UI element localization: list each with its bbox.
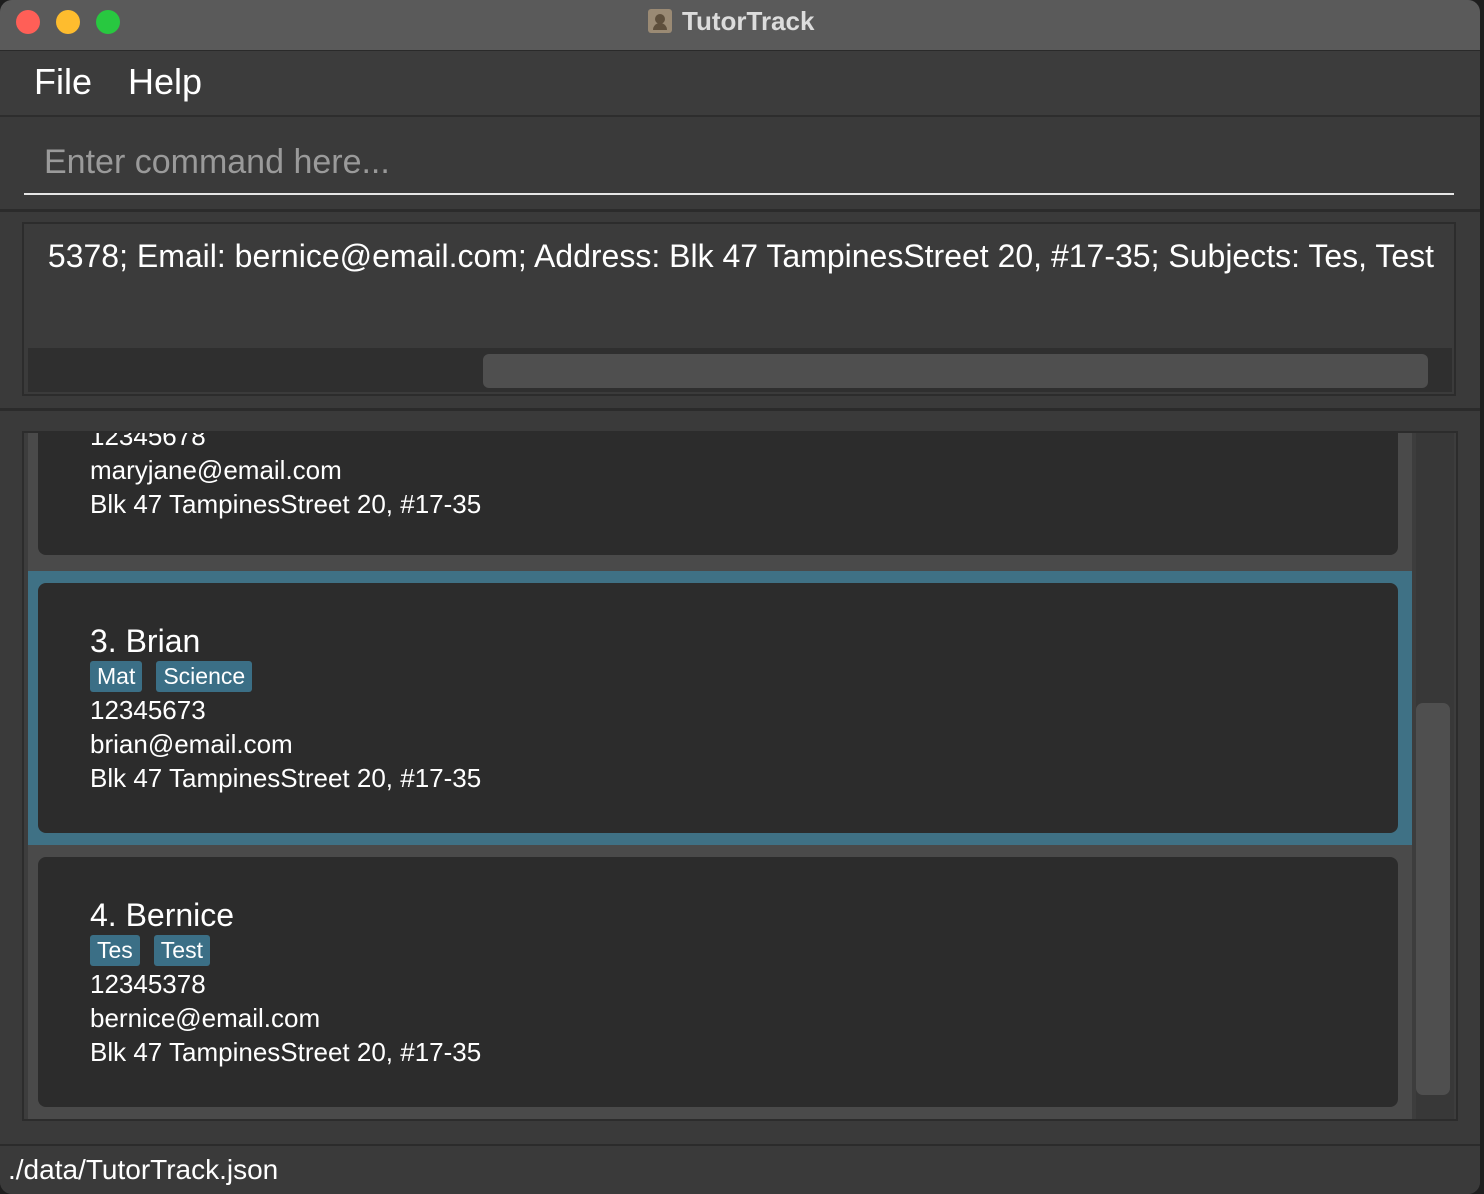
result-text: 5378; Email: bernice@email.com; Address:…	[47, 238, 1434, 274]
window-title-group: TutorTrack	[648, 6, 814, 36]
tag: Science	[156, 661, 253, 692]
person-name: 4. Bernice	[90, 897, 235, 933]
person-email: maryjane@email.com	[90, 455, 342, 485]
person-card[interactable]: 3. Brian Mat Science 12345673 brian@emai…	[38, 583, 1398, 833]
person-phone: 12345678	[90, 433, 206, 451]
person-email: brian@email.com	[90, 729, 293, 759]
person-phone: 12345378	[90, 969, 206, 999]
tag: Tes	[90, 935, 140, 966]
save-file-path: ./data/TutorTrack.json	[8, 1154, 279, 1185]
person-address: Blk 47 TampinesStreet 20, #17-35	[90, 489, 482, 519]
result-horizontal-scrollbar[interactable]	[28, 348, 1452, 392]
list-item[interactable]: 12345678 maryjane@email.com Blk 47 Tampi…	[28, 433, 1412, 571]
title-bar: TutorTrack	[0, 0, 1480, 51]
person-address: Blk 47 TampinesStreet 20, #17-35	[90, 763, 482, 793]
menu-help[interactable]: Help	[128, 61, 202, 103]
person-list-area: 12345678 maryjane@email.com Blk 47 Tampi…	[0, 411, 1480, 1141]
result-scrollbar-thumb[interactable]	[483, 354, 1428, 388]
menu-bar: File Help	[0, 51, 1480, 117]
person-email: bernice@email.com	[90, 1003, 321, 1033]
window-title: TutorTrack	[682, 5, 815, 36]
person-list: 12345678 maryjane@email.com Blk 47 Tampi…	[22, 431, 1458, 1121]
maximize-window-button[interactable]	[96, 10, 120, 34]
tag: Mat	[90, 661, 143, 692]
tag: Test	[153, 935, 210, 966]
list-item-selected[interactable]: 3. Brian Mat Science 12345673 brian@emai…	[28, 571, 1412, 845]
list-item[interactable]: 4. Bernice Tes Test 12345378 bernice@ema…	[28, 845, 1412, 1119]
person-card[interactable]: 12345678 maryjane@email.com Blk 47 Tampi…	[38, 433, 1398, 555]
minimize-window-button[interactable]	[56, 10, 80, 34]
menu-file[interactable]: File	[34, 61, 92, 103]
app-icon	[648, 9, 672, 33]
result-display: 5378; Email: bernice@email.com; Address:…	[22, 222, 1456, 396]
app-window: TutorTrack File Help 5378; Email: bernic…	[0, 0, 1480, 1194]
command-box-area	[0, 117, 1480, 212]
person-phone: 12345673	[90, 695, 206, 725]
person-list-viewport: 12345678 maryjane@email.com Blk 47 Tampi…	[28, 433, 1412, 1119]
tag-list: Mat Science	[90, 661, 253, 692]
list-scrollbar-thumb[interactable]	[1416, 703, 1450, 1095]
person-address: Blk 47 TampinesStreet 20, #17-35	[90, 1037, 482, 1067]
command-input[interactable]	[24, 131, 1454, 195]
person-card[interactable]: 4. Bernice Tes Test 12345378 bernice@ema…	[38, 857, 1398, 1107]
close-window-button[interactable]	[16, 10, 40, 34]
tag-list: Tes Test	[90, 935, 210, 966]
person-name: 3. Brian	[90, 623, 201, 659]
status-bar: ./data/TutorTrack.json	[0, 1144, 1480, 1194]
result-display-area: 5378; Email: bernice@email.com; Address:…	[0, 212, 1480, 411]
